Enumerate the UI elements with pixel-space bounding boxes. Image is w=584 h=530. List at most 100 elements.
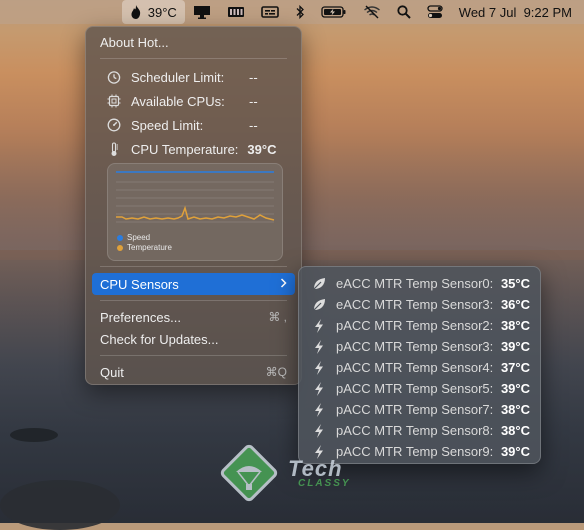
cpu-history-graph: Speed Temperature	[107, 163, 283, 261]
bluetooth-menu-extra[interactable]	[287, 0, 313, 24]
sensor-row[interactable]: pACC MTR Temp Sensor7: 38°C	[305, 399, 534, 420]
menu-item-cpu-sensors[interactable]: CPU Sensors	[92, 273, 295, 295]
sensor-temp: 38°C	[500, 423, 530, 438]
sensor-temp: 39°C	[500, 381, 530, 396]
caption-icon	[260, 5, 279, 19]
sensor-row[interactable]: pACC MTR Temp Sensor4: 37°C	[305, 357, 534, 378]
stat-speed-limit: Speed Limit: --	[92, 114, 295, 136]
menu-item-label: About Hot...	[100, 34, 169, 50]
stat-scheduler-limit: Scheduler Limit: --	[92, 66, 295, 88]
battery-menu-extra[interactable]	[313, 0, 355, 24]
sensor-row[interactable]: pACC MTR Temp Sensor2: 38°C	[305, 315, 534, 336]
control-center-menu-extra[interactable]	[419, 0, 451, 24]
clock-text: Wed 7 Jul 9:22 PM	[458, 4, 572, 20]
battery-icon	[321, 5, 347, 19]
sensor-row[interactable]: eACC MTR Temp Sensor0: 35°C	[305, 273, 534, 294]
sensor-name: pACC MTR Temp Sensor4:	[336, 360, 494, 375]
caption-menu-extra[interactable]	[253, 0, 287, 24]
memory-menu-extra[interactable]	[219, 0, 253, 24]
sensor-row[interactable]: pACC MTR Temp Sensor3: 39°C	[305, 336, 534, 357]
legend-temperature: Temperature	[117, 243, 172, 252]
bolt-icon	[311, 360, 327, 375]
control-center-icon	[427, 5, 443, 19]
hot-app-menu-extra[interactable]: 39°C	[121, 0, 185, 24]
watermark-logo-icon	[220, 444, 278, 502]
menu-item-check-updates[interactable]: Check for Updates...	[92, 328, 295, 350]
legend-speed-swatch	[117, 234, 123, 241]
sensor-name: eACC MTR Temp Sensor3:	[336, 297, 494, 312]
bolt-icon	[311, 402, 327, 417]
watermark-subtext: CLASSY	[298, 478, 351, 489]
chevron-right-icon	[280, 277, 295, 291]
stat-label: Scheduler Limit:	[131, 69, 225, 85]
leaf-icon	[311, 277, 327, 291]
legend-speed-label: Speed	[127, 233, 151, 242]
menu-item-quit[interactable]: Quit ⌘Q	[92, 361, 295, 383]
menu-separator	[100, 58, 287, 59]
menu-item-shortcut: ⌘Q	[265, 365, 287, 379]
sensor-name: pACC MTR Temp Sensor2:	[336, 318, 494, 333]
sensor-name: pACC MTR Temp Sensor7:	[336, 402, 494, 417]
menu-item-about[interactable]: About Hot...	[92, 31, 295, 53]
stat-cpu-temperature: CPU Temperature: 39°C	[92, 138, 295, 160]
menu-item-shortcut: ⌘ ,	[268, 310, 287, 324]
menu-item-label: Quit	[100, 364, 124, 380]
menu-separator	[100, 266, 287, 267]
cpu-chip-icon	[106, 93, 122, 109]
sensor-name: pACC MTR Temp Sensor5:	[336, 381, 494, 396]
thermometer-icon	[106, 141, 122, 157]
sensor-temp: 39°C	[500, 444, 530, 459]
legend-speed: Speed	[117, 233, 150, 242]
legend-temperature-swatch	[117, 244, 123, 251]
sensor-name: pACC MTR Temp Sensor3:	[336, 339, 494, 354]
menu-item-label: CPU Sensors	[100, 276, 179, 292]
sensor-temp: 38°C	[500, 402, 530, 417]
menubar-clock[interactable]: Wed 7 Jul 9:22 PM	[451, 0, 584, 24]
sensor-row[interactable]: eACC MTR Temp Sensor3: 36°C	[305, 294, 534, 315]
background-rock	[10, 428, 58, 442]
display-menu-extra[interactable]	[185, 0, 219, 24]
menu-separator	[100, 355, 287, 356]
stat-value: --	[249, 93, 258, 109]
flame-icon	[130, 5, 142, 19]
bolt-icon	[311, 381, 327, 396]
leaf-icon	[311, 298, 327, 312]
speedometer-icon	[106, 117, 122, 133]
stat-value: --	[249, 117, 258, 133]
legend-temperature-label: Temperature	[127, 243, 172, 252]
display-icon	[193, 5, 211, 19]
stat-value: 39°C	[247, 141, 277, 157]
menu-bar: 39°C Wed 7 Jul 9:22 PM	[0, 0, 584, 24]
hot-menu: About Hot... Scheduler Limit: -- Availab…	[85, 26, 302, 385]
bolt-icon	[311, 318, 327, 333]
stat-label: Speed Limit:	[131, 117, 204, 133]
spotlight-menu-extra[interactable]	[389, 0, 419, 24]
cpu-sensors-submenu: eACC MTR Temp Sensor0: 35°C eACC MTR Tem…	[298, 266, 541, 464]
techclassy-watermark: Tech CLASSY	[218, 440, 378, 510]
menu-separator	[100, 300, 287, 301]
menu-item-label: Preferences...	[100, 309, 181, 325]
sensor-row[interactable]: pACC MTR Temp Sensor8: 38°C	[305, 420, 534, 441]
menu-item-label: Check for Updates...	[100, 331, 219, 347]
sensor-name: eACC MTR Temp Sensor0:	[336, 276, 494, 291]
bolt-icon	[311, 423, 327, 438]
memory-icon	[227, 5, 245, 19]
bolt-icon	[311, 339, 327, 354]
stopwatch-icon	[106, 69, 122, 85]
menu-item-preferences[interactable]: Preferences... ⌘ ,	[92, 306, 295, 328]
wifi-off-icon	[363, 5, 381, 19]
search-icon	[397, 5, 411, 19]
stat-value: --	[249, 69, 258, 85]
sensor-temp: 38°C	[500, 318, 530, 333]
sensor-name: pACC MTR Temp Sensor8:	[336, 423, 494, 438]
stat-label: CPU Temperature:	[131, 141, 239, 157]
sensor-temp: 36°C	[500, 297, 530, 312]
bluetooth-icon	[295, 5, 305, 19]
sensor-temp: 37°C	[500, 360, 530, 375]
sensor-temp: 39°C	[500, 339, 530, 354]
stat-available-cpus: Available CPUs: --	[92, 90, 295, 112]
menubar-temperature: 39°C	[147, 4, 177, 20]
stat-label: Available CPUs:	[131, 93, 225, 109]
sensor-row[interactable]: pACC MTR Temp Sensor5: 39°C	[305, 378, 534, 399]
wifi-menu-extra[interactable]	[355, 0, 389, 24]
